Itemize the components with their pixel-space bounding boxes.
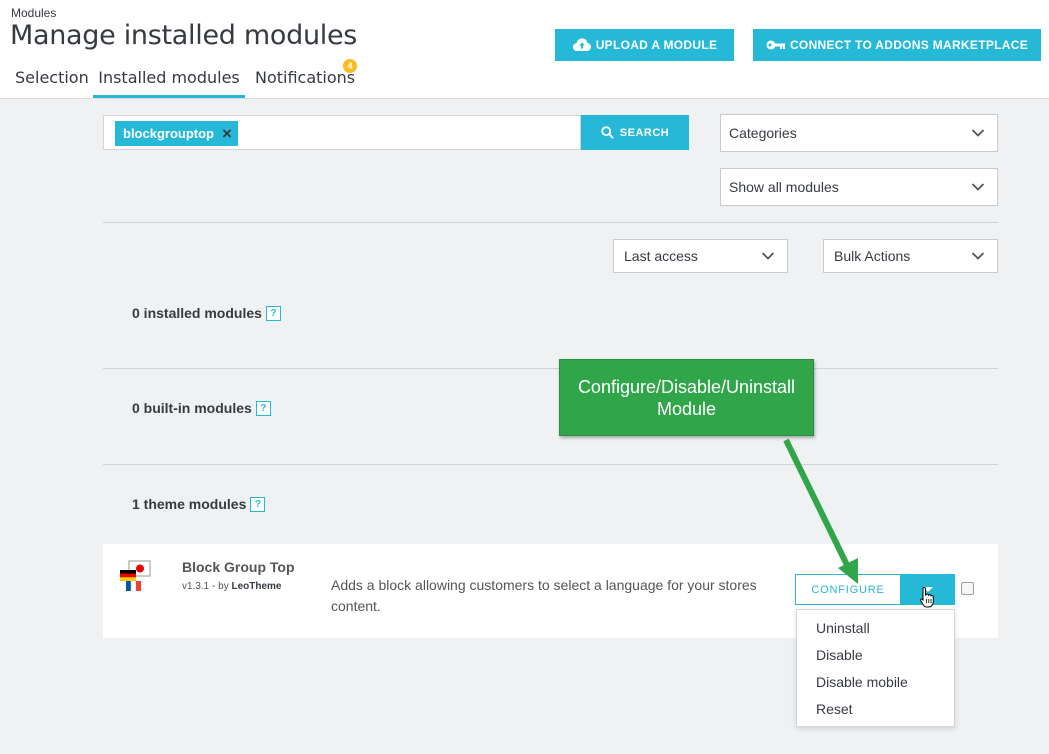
sort-select-value: Last access: [624, 248, 698, 264]
section-title-label: 1 theme modules: [132, 496, 247, 512]
categories-select[interactable]: Categories: [720, 114, 998, 152]
module-select-checkbox[interactable]: [961, 582, 974, 595]
module-description: Adds a block allowing customers to selec…: [331, 577, 757, 614]
chevron-down-icon: [971, 125, 985, 141]
remove-tag-icon[interactable]: ×: [222, 125, 232, 142]
search-button[interactable]: SEARCH: [581, 115, 689, 150]
divider: [103, 368, 998, 369]
tab-selection[interactable]: Selection: [15, 62, 89, 98]
module-version: v1.3.1 - by LeoTheme: [182, 581, 282, 592]
module-logo-icon: [119, 560, 153, 594]
module-search-input[interactable]: blockgrouptop ×: [103, 115, 581, 150]
section-title-label: 0 installed modules: [132, 305, 262, 321]
theme-modules-heading: 1 theme modules ?: [132, 496, 266, 512]
chevron-down-icon: [971, 179, 985, 195]
help-icon[interactable]: ?: [265, 305, 281, 321]
upload-module-button[interactable]: UPLOAD A MODULE: [555, 29, 734, 61]
module-version-label: v1.3.1 - by: [182, 581, 229, 592]
uninstall-menu-item[interactable]: Uninstall: [797, 618, 954, 645]
search-icon: [601, 126, 614, 139]
cloud-upload-icon: [572, 38, 592, 52]
connect-marketplace-label: CONNECT TO ADDONS MARKETPLACE: [789, 38, 1029, 52]
section-title-label: 0 built-in modules: [132, 400, 252, 416]
divider: [103, 222, 998, 223]
search-tag: blockgrouptop ×: [115, 121, 238, 146]
sort-select[interactable]: Last access: [613, 239, 788, 273]
hand-cursor-icon: [919, 586, 935, 613]
annotation-callout: Configure/Disable/Uninstall Module: [559, 359, 814, 436]
show-modules-select-value: Show all modules: [729, 179, 839, 195]
page-title: Manage installed modules: [10, 20, 358, 51]
categories-select-value: Categories: [729, 125, 797, 141]
page-header: Modules Manage installed modules UPLOAD …: [0, 0, 1049, 99]
search-button-label: SEARCH: [619, 126, 670, 139]
divider: [103, 464, 998, 465]
installed-modules-heading: 0 installed modules ?: [132, 305, 281, 321]
connect-marketplace-button[interactable]: CONNECT TO ADDONS MARKETPLACE: [753, 29, 1041, 61]
tab-installed-modules[interactable]: Installed modules: [93, 62, 245, 98]
reset-menu-item[interactable]: Reset: [797, 699, 954, 726]
breadcrumb[interactable]: Modules: [11, 6, 56, 20]
module-actions-dropdown: Uninstall Disable Disable mobile Reset: [796, 609, 955, 727]
bulk-actions-select-value: Bulk Actions: [834, 248, 911, 264]
upload-module-label: UPLOAD A MODULE: [595, 38, 718, 52]
chevron-down-icon: [761, 248, 775, 264]
annotation-line-1: Configure/Disable/Uninstall: [577, 376, 796, 397]
show-modules-select[interactable]: Show all modules: [720, 168, 998, 206]
search-tag-label: blockgrouptop: [123, 126, 214, 141]
bulk-actions-select[interactable]: Bulk Actions: [823, 239, 998, 273]
notification-count-badge: 4: [343, 59, 357, 73]
configure-button[interactable]: CONFIGURE: [795, 574, 901, 605]
help-icon[interactable]: ?: [250, 496, 266, 512]
disable-menu-item[interactable]: Disable: [797, 645, 954, 672]
module-name: Block Group Top: [182, 559, 295, 575]
help-icon[interactable]: ?: [255, 400, 271, 416]
built-in-modules-heading: 0 built-in modules ?: [132, 400, 271, 416]
chevron-down-icon: [971, 248, 985, 264]
key-icon: [766, 39, 786, 51]
disable-mobile-menu-item[interactable]: Disable mobile: [797, 672, 954, 699]
annotation-line-2: Module: [656, 398, 717, 419]
module-author: LeoTheme: [231, 581, 282, 592]
tab-notifications[interactable]: Notifications: [255, 62, 355, 98]
